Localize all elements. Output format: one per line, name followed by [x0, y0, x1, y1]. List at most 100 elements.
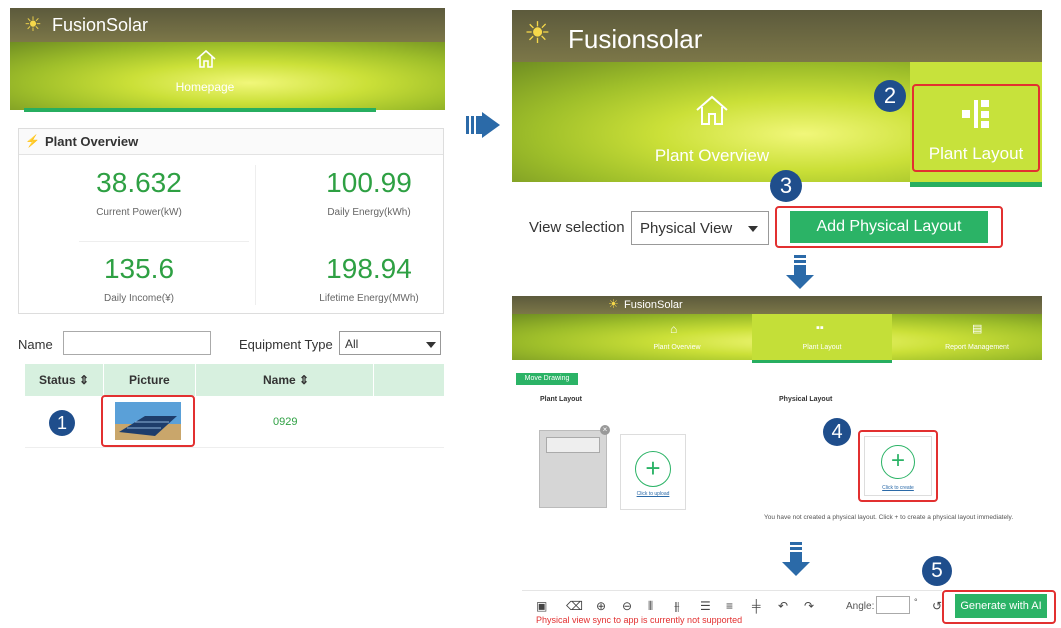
col-divider-1	[103, 364, 104, 396]
right-header-bar: ☀ Fusionsolar	[512, 10, 1042, 62]
plant-layout-thumbnail[interactable]: ×	[539, 425, 610, 508]
col-status-label: Status	[39, 373, 76, 387]
generate-with-ai-button[interactable]: Generate with AI	[955, 594, 1047, 618]
align-bottom-icon[interactable]: ≡	[726, 599, 733, 613]
col-name-label: Name	[263, 373, 296, 387]
plus-icon: +	[881, 445, 915, 479]
eraser-icon[interactable]: ⌫	[566, 599, 583, 613]
close-icon[interactable]: ×	[600, 425, 610, 435]
col-name[interactable]: Name ⇕	[263, 373, 309, 387]
layout-tree-icon	[962, 100, 989, 128]
sun-logo-icon: ☀	[524, 17, 551, 50]
stats-divider-v	[255, 165, 256, 305]
stat-current-power: 38.632	[96, 167, 182, 198]
zoom-in-icon[interactable]: ⊕	[596, 599, 606, 613]
arrow-down-icon	[786, 255, 814, 291]
plant-icon: ⚡	[25, 134, 40, 148]
rotate-icon[interactable]: ↺	[932, 599, 942, 613]
angle-input[interactable]	[876, 596, 910, 614]
col-divider-2	[195, 364, 196, 396]
stat-lifetime-energy: 198.94	[326, 253, 412, 284]
view-selection-dropdown[interactable]: Physical View	[631, 211, 769, 245]
left-nav-banner: Homepage	[10, 42, 445, 110]
mid-nav-underline	[752, 360, 892, 363]
no-layout-hint: You have not created a physical layout. …	[764, 514, 1014, 521]
filter-name-input[interactable]	[63, 331, 211, 355]
filter-equipment-select[interactable]: All	[339, 331, 441, 355]
physical-layout-label: Physical Layout	[779, 396, 833, 403]
upload-link[interactable]: Click to upload	[621, 491, 685, 497]
stat-current-power-label: Current Power(kW)	[96, 207, 182, 218]
nav-plant-layout-label: Plant Layout	[928, 144, 1024, 163]
stat-daily-income: 135.6	[103, 253, 175, 284]
table-row[interactable]: 1 0929	[25, 395, 444, 448]
step-badge-3: 3	[770, 170, 802, 202]
nav-plant-layout[interactable]: Plant Layout	[912, 84, 1040, 172]
mid-nav-banner: ⌂ Plant Overview ▪▪ Plant Layout ▤ Repor…	[512, 314, 1042, 360]
create-card[interactable]: + Click to create	[864, 436, 932, 496]
align-top-icon[interactable]: ☰	[700, 599, 711, 613]
angle-label: Angle:	[846, 601, 875, 612]
create-link[interactable]: Click to create	[865, 485, 931, 491]
solar-panel-picture	[115, 402, 181, 440]
view-selection-value: Physical View	[640, 220, 733, 237]
mid-nav-layout[interactable]: ▪▪ Plant Layout	[752, 314, 892, 360]
nav-homepage[interactable]: Homepage	[150, 42, 260, 110]
align-left-icon[interactable]: ⫴	[648, 599, 653, 614]
layout-tree-icon: ▪▪	[816, 322, 824, 334]
distribute-icon[interactable]: ╪	[752, 599, 761, 613]
redo-icon[interactable]: ↷	[804, 599, 814, 613]
angle-unit: °	[914, 597, 918, 607]
mid-nav-overview[interactable]: ⌂ Plant Overview	[632, 320, 722, 356]
step-badge-4: 4	[823, 418, 851, 446]
arrow-down-icon	[782, 542, 810, 578]
undo-icon[interactable]: ↶	[778, 599, 788, 613]
zoom-out-icon[interactable]: ⊖	[622, 599, 632, 613]
arrow-right-icon	[466, 112, 500, 138]
left-nav-underline	[24, 108, 376, 112]
move-drawing-button[interactable]: Move Drawing	[516, 373, 578, 385]
sun-logo-icon: ☀	[24, 14, 42, 36]
filter-equipment-value: All	[345, 337, 359, 351]
report-icon: ▤	[972, 323, 983, 335]
plant-overview-card: ⚡ Plant Overview 38.632 Current Power(kW…	[18, 128, 444, 314]
step-badge-2: 2	[874, 80, 906, 112]
mid-app-logo: FusionSolar	[624, 299, 683, 311]
step-badge-5: 5	[922, 556, 952, 586]
thumbnail-preview	[546, 437, 600, 453]
step-badge-1: 1	[49, 410, 75, 436]
sun-logo-icon: ☀	[608, 297, 619, 311]
chevron-down-icon	[426, 342, 436, 348]
card-header: ⚡ Plant Overview	[19, 129, 443, 155]
home-icon	[696, 95, 728, 125]
plus-icon: +	[635, 451, 671, 487]
plant-layout-label: Plant Layout	[540, 396, 583, 403]
nav-plant-overview-label: Plant Overview	[654, 146, 770, 165]
device-table-header: Status ⇕ Picture Name ⇕	[25, 364, 444, 396]
home-icon: ⌂	[670, 322, 678, 336]
stats-divider-h	[79, 241, 249, 242]
nav-plant-overview[interactable]: Plant Overview	[622, 62, 802, 182]
upload-card[interactable]: + Click to upload	[620, 434, 686, 510]
right-nav-underline	[910, 182, 1042, 187]
plant-picture-highlight[interactable]	[101, 395, 195, 447]
home-icon	[196, 49, 216, 68]
row-name-link[interactable]: 0929	[273, 416, 297, 428]
mid-nav-overview-label: Plant Overview	[653, 344, 701, 351]
mid-header-bar: ☀ FusionSolar	[512, 296, 1042, 314]
app-logo: FusionSolar	[52, 15, 149, 35]
sync-warning: Physical view sync to app is currently n…	[536, 615, 743, 625]
align-right-icon[interactable]: ⫵	[674, 599, 680, 614]
col-picture: Picture	[129, 373, 170, 387]
stat-daily-income-label: Daily Income(¥)	[103, 293, 175, 304]
add-physical-layout-button[interactable]: Add Physical Layout	[790, 211, 988, 243]
stat-daily-energy-label: Daily Energy(kWh)	[327, 207, 411, 218]
mid-nav-report-label: Report Management	[945, 344, 1009, 351]
nav-homepage-label: Homepage	[175, 80, 235, 94]
col-status[interactable]: Status ⇕	[39, 373, 89, 387]
filter-name-label: Name	[18, 337, 53, 352]
stat-daily-energy: 100.99	[326, 167, 412, 198]
chevron-down-icon	[748, 226, 758, 232]
save-icon[interactable]: ▣	[536, 599, 547, 613]
mid-nav-report[interactable]: ▤ Report Management	[922, 320, 1032, 356]
